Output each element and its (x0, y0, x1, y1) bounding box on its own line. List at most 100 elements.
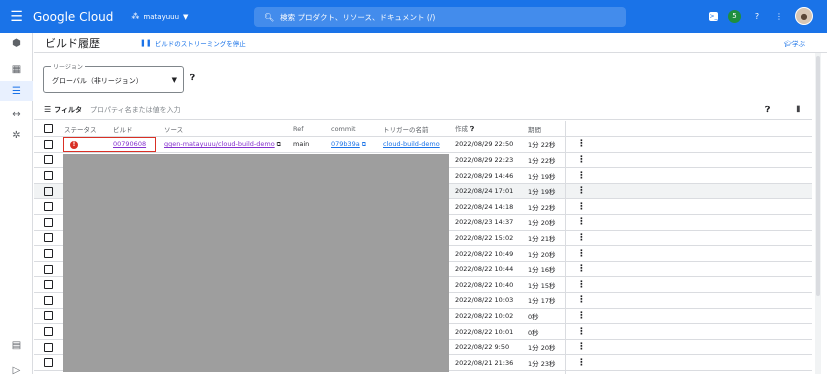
duration-cell: 1分 19秒 (528, 167, 565, 184)
created-cell: 2022/08/24 14:18 (455, 198, 528, 216)
more-vert-icon[interactable]: ⋮ (565, 295, 586, 305)
header-build[interactable]: ビルド (113, 121, 164, 138)
chevron-down-icon: ▼ (171, 76, 177, 84)
dashboard-icon[interactable]: ▦ (0, 59, 33, 79)
page-title: ビルド履歴 (45, 36, 100, 50)
notifications-badge[interactable]: 5 (728, 9, 741, 23)
release-notes-icon[interactable]: ▤ (0, 335, 33, 355)
more-vert-icon[interactable]: ⋮ (565, 171, 586, 181)
more-vert-icon[interactable]: ⋮ (565, 280, 586, 290)
header-commit[interactable]: commit (331, 121, 383, 138)
row-checkbox[interactable] (44, 217, 53, 227)
redacted-area (63, 154, 449, 372)
created-cell: 2022/08/29 22:23 (455, 152, 528, 169)
learn-label: 学ぶ (792, 39, 805, 48)
left-nav: ⬢ ▦ ☰ ↔ ✲ ▤ ▷ (0, 33, 33, 376)
more-vert-icon[interactable]: ⋮ (565, 202, 586, 212)
column-display-icon[interactable]: ⦀ (796, 105, 800, 115)
created-cell: 2022/08/22 10:44 (455, 261, 528, 278)
help-icon[interactable]: ? (751, 10, 763, 22)
header-ref[interactable]: Ref (293, 121, 331, 138)
project-name: matayuuu (143, 12, 180, 21)
help-icon[interactable]: ❓︎ (470, 125, 474, 133)
row-checkbox[interactable] (44, 295, 53, 305)
pause-icon: ❚❚ (140, 38, 152, 47)
created-cell: 2022/08/23 14:37 (455, 214, 528, 231)
header-source[interactable]: ソース (164, 121, 293, 138)
more-vert-icon[interactable]: ⋮ (565, 342, 586, 352)
more-vert-icon[interactable]: ⋮ (773, 10, 785, 22)
cloud-build-icon[interactable]: ⬢ (0, 33, 33, 53)
highlight-box (63, 137, 156, 152)
settings-gear-icon[interactable]: ✲ (0, 125, 33, 145)
more-vert-icon[interactable]: ⋮ (565, 311, 586, 321)
duration-cell: 1分 20秒 (528, 245, 565, 262)
row-checkbox[interactable] (44, 233, 53, 243)
row-checkbox[interactable] (44, 249, 53, 259)
more-vert-icon[interactable]: ⋮ (565, 139, 586, 149)
duration-cell: 0秒 (528, 323, 565, 340)
help-icon[interactable]: ❓︎ (765, 105, 770, 115)
more-vert-icon[interactable]: ⋮ (565, 155, 586, 165)
more-vert-icon[interactable]: ⋮ (565, 186, 586, 196)
chevron-down-icon: ▼ (183, 12, 189, 21)
region-select[interactable]: リージョン グローバル（非リージョン） ▼ (43, 62, 184, 93)
region-label: リージョン (51, 62, 85, 71)
more-vert-icon[interactable]: ⋮ (565, 264, 586, 274)
project-selector[interactable]: ⁂ matayuuu ▼ (131, 12, 188, 21)
search-placeholder: 検索 プロダクト、リソース、ドキュメント (/) (280, 12, 436, 22)
open-in-new-icon: ⧉ (276, 140, 281, 148)
header-trigger[interactable]: トリガーの名前 (383, 121, 455, 138)
created-cell: 2022/08/24 17:01 (455, 183, 528, 200)
select-all-checkbox[interactable] (44, 124, 53, 134)
cloud-shell-icon[interactable]: >_ (709, 11, 718, 21)
row-checkbox[interactable] (44, 342, 53, 352)
region-help-icon[interactable]: ❓︎ (190, 73, 195, 83)
row-checkbox[interactable] (44, 202, 53, 212)
row-checkbox[interactable] (44, 155, 53, 165)
avatar[interactable]: ● (795, 7, 813, 25)
trigger-link[interactable]: cloud-build-demo (383, 140, 440, 148)
duration-cell: 1分 22秒 (528, 152, 565, 169)
duration-cell: 1分 19秒 (528, 183, 565, 200)
triggers-icon[interactable]: ↔ (0, 104, 33, 124)
created-cell: 2022/08/22 15:02 (455, 230, 528, 247)
row-checkbox[interactable] (44, 139, 53, 149)
more-vert-icon[interactable]: ⋮ (565, 358, 586, 368)
school-icon: 🎓︎ (783, 39, 792, 48)
filter-input[interactable]: プロパティ名または値を入力 (90, 105, 181, 115)
google-cloud-logo[interactable]: Google Cloud (33, 10, 113, 24)
more-vert-icon[interactable]: ⋮ (565, 327, 586, 337)
duration-cell: 1分 17秒 (528, 292, 565, 309)
open-in-new-icon: ⧉ (361, 140, 367, 148)
commit-link[interactable]: 079b39a (331, 140, 360, 148)
header-status[interactable]: ステータス (64, 121, 113, 138)
scrollbar-thumb[interactable] (816, 56, 820, 296)
more-vert-icon[interactable]: ⋮ (565, 233, 586, 243)
menu-icon[interactable]: ☰ (0, 9, 33, 25)
source-link[interactable]: ggen-matayuuu/cloud-build-demo (164, 140, 275, 148)
row-checkbox[interactable] (44, 358, 53, 368)
row-checkbox[interactable] (44, 171, 53, 181)
stop-streaming-button[interactable]: ❚❚ ビルドのストリーミングを停止 (140, 38, 246, 48)
search-input[interactable]: 🔍︎ 検索 プロダクト、リソース、ドキュメント (/) (254, 7, 626, 27)
row-checkbox[interactable] (44, 264, 53, 274)
expand-nav-icon[interactable]: ▷ (0, 360, 33, 380)
row-checkbox[interactable] (44, 280, 53, 290)
history-list-icon[interactable]: ☰ (0, 81, 33, 101)
header-duration[interactable]: 期間 (528, 121, 565, 138)
created-cell: 2022/08/22 10:03 (455, 292, 528, 309)
row-checkbox[interactable] (44, 327, 53, 337)
page-header: ビルド履歴 ❚❚ ビルドのストリーミングを停止 🎓︎学ぶ (34, 33, 827, 53)
duration-cell: 1分 23秒 (528, 354, 565, 371)
created-cell: 2022/08/21 21:36 (455, 354, 528, 371)
duration-cell: 1分 20秒 (528, 214, 565, 231)
row-checkbox[interactable] (44, 311, 53, 321)
header-created[interactable]: 作成 ❓︎ (455, 121, 528, 138)
more-vert-icon[interactable]: ⋮ (565, 249, 586, 259)
row-checkbox[interactable] (44, 186, 53, 196)
learn-button[interactable]: 🎓︎学ぶ (784, 38, 805, 48)
column-divider (565, 121, 566, 374)
region-value: グローバル（非リージョン） (52, 77, 143, 85)
more-vert-icon[interactable]: ⋮ (565, 217, 586, 227)
